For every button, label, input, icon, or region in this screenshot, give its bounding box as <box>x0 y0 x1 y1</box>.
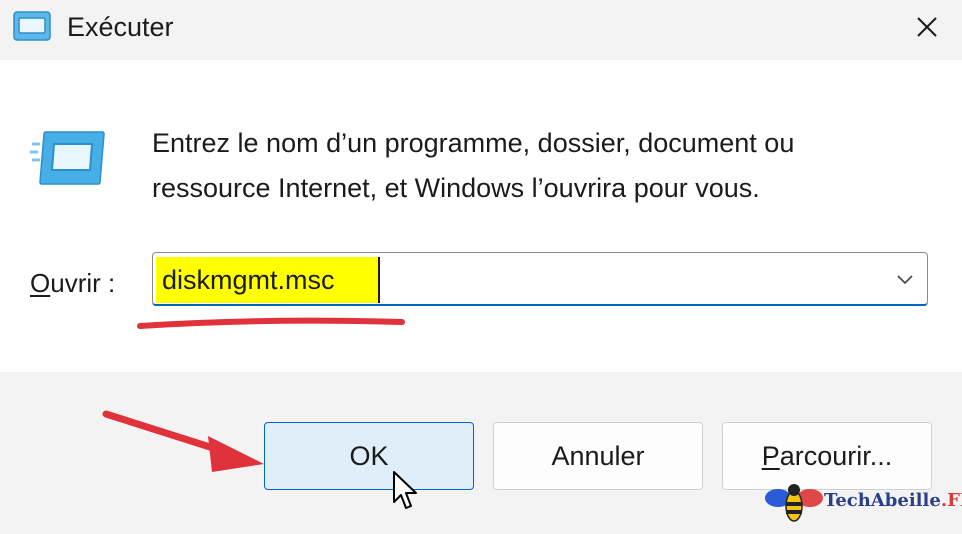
chevron-down-icon[interactable] <box>895 269 915 289</box>
browse-label: arcourir... <box>779 441 893 471</box>
techabeille-watermark: TechAbeille.FR <box>764 478 962 526</box>
run-app-icon <box>13 11 51 41</box>
description-line-2: ressource Internet, et Windows l’ouvrira… <box>152 173 760 203</box>
window-title: Exécuter <box>67 12 174 42</box>
browse-mnemonic: P <box>761 441 780 471</box>
open-combobox[interactable]: diskmgmt.msc <box>152 252 928 306</box>
watermark-text: TechAbeille.FR <box>824 490 962 511</box>
open-label-mnemonic: O <box>30 268 51 298</box>
bee-logo-icon <box>765 484 823 522</box>
watermark-brand: TechAbeille <box>824 490 941 511</box>
dialog-description: Entrez le nom d’un programme, dossier, d… <box>152 121 932 211</box>
watermark-tld: .FR <box>940 490 962 511</box>
open-label-text: uvrir : <box>50 268 116 298</box>
close-icon <box>917 17 937 37</box>
red-underline-annotation <box>137 317 405 329</box>
ok-button[interactable]: OK <box>264 422 474 490</box>
title-bar: Exécuter <box>0 0 962 60</box>
cancel-button[interactable]: Annuler <box>493 422 703 490</box>
mouse-cursor-icon <box>393 471 417 509</box>
red-arrow-annotation <box>102 410 264 472</box>
run-dialog: Exécuter Entrez le nom d’un programme, d… <box>0 0 962 534</box>
description-line-1: Entrez le nom d’un programme, dossier, d… <box>152 128 795 158</box>
run-icon <box>30 131 105 185</box>
open-input[interactable]: diskmgmt.msc <box>156 257 380 303</box>
close-button[interactable] <box>904 4 950 50</box>
dialog-content: Entrez le nom d’un programme, dossier, d… <box>0 60 962 372</box>
open-label: Ouvrir : <box>30 266 115 300</box>
